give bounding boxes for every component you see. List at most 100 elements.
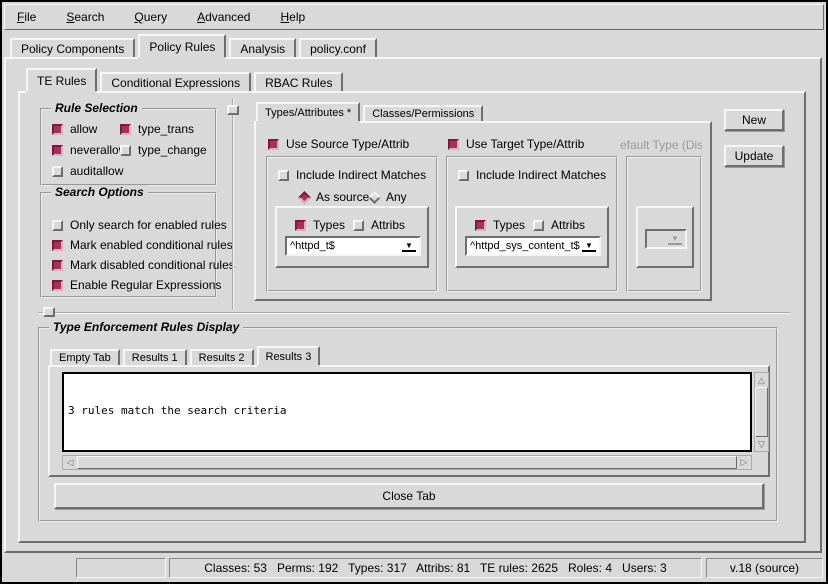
checkbox-source-indirect-label: Include Indirect Matches	[296, 168, 426, 182]
default-type-combobox: ▼	[645, 229, 687, 249]
checkbox-use-source-label: Use Source Type/Attrib	[286, 137, 409, 151]
status-segment-empty	[76, 558, 166, 578]
checkbox-mark-disabled-label: Mark disabled conditional rules	[70, 258, 235, 272]
tab-empty-tab[interactable]: Empty Tab	[50, 349, 120, 365]
checkbox-auditallow-label: auditallow	[70, 164, 123, 178]
rule-selection-title: Rule Selection	[51, 101, 142, 115]
tab-policy-conf[interactable]: policy.conf	[299, 38, 377, 57]
tab-analysis[interactable]: Analysis	[229, 38, 296, 57]
menu-file[interactable]: File	[13, 8, 40, 26]
vertical-scrollbar[interactable]: △ ▽	[754, 372, 769, 452]
checkbox-target-indirect-label: Include Indirect Matches	[476, 168, 606, 182]
radio-target-attribs-indicator	[533, 220, 544, 231]
new-button[interactable]: New	[724, 109, 784, 131]
radio-target-types[interactable]: Types	[475, 218, 525, 232]
target-type-combobox-value: ^httpd_sys_content_t$	[467, 239, 582, 253]
tab-classes-permissions[interactable]: Classes/Permissions	[363, 105, 483, 121]
checkbox-regex-indicator	[52, 280, 63, 291]
tab-policy-components[interactable]: Policy Components	[10, 38, 135, 57]
radio-target-types-label: Types	[493, 218, 525, 232]
target-type-combobox[interactable]: ^httpd_sys_content_t$ ▼	[465, 236, 601, 256]
results-text-area[interactable]: 3 rules match the search criteria (5822)…	[62, 372, 752, 452]
checkbox-auditallow-indicator	[52, 166, 63, 177]
source-types-box: Types Attribs ^httpd_t$ ▼	[275, 206, 429, 268]
checkbox-allow-label: allow	[70, 122, 97, 136]
vertical-sash[interactable]	[232, 99, 234, 309]
default-type-group: ▼	[626, 156, 702, 292]
tab-results-3[interactable]: Results 3	[257, 346, 321, 365]
update-button[interactable]: Update	[724, 145, 784, 167]
tab-results-1[interactable]: Results 1	[123, 349, 187, 365]
checkbox-target-indirect-indicator	[458, 170, 469, 181]
checkbox-type-change-label: type_change	[138, 143, 207, 157]
scroll-up-icon[interactable]: △	[755, 373, 768, 387]
radio-target-attribs[interactable]: Attribs	[533, 218, 585, 232]
results-group: Type Enforcement Rules Display Empty Tab…	[38, 327, 778, 522]
checkbox-neverallow[interactable]: neverallow	[52, 143, 127, 157]
radio-source-attribs-indicator	[353, 220, 364, 231]
checkbox-use-source[interactable]: Use Source Type/Attrib	[268, 137, 409, 151]
checkbox-target-indirect[interactable]: Include Indirect Matches	[458, 168, 606, 182]
dropdown-arrow-icon[interactable]: ▼	[402, 241, 416, 252]
radio-any[interactable]: Any	[370, 190, 407, 204]
menu-help[interactable]: Help	[276, 8, 309, 26]
checkbox-mark-disabled[interactable]: Mark disabled conditional rules	[52, 258, 235, 272]
results-tab-panel: 3 rules match the search criteria (5822)…	[48, 365, 770, 477]
scroll-down-icon[interactable]: ▽	[755, 437, 768, 451]
horizontal-sash-handle[interactable]	[43, 307, 55, 317]
menu-search[interactable]: Search	[62, 8, 108, 26]
rules-tab-bar: TE Rules Conditional Expressions RBAC Ru…	[26, 68, 346, 91]
checkbox-mark-enabled[interactable]: Mark enabled conditional rules	[52, 238, 233, 252]
checkbox-auditallow[interactable]: auditallow	[52, 164, 123, 178]
radio-any-label: Any	[386, 190, 407, 204]
scroll-right-icon[interactable]: ▷	[737, 456, 751, 469]
source-type-combobox[interactable]: ^httpd_t$ ▼	[285, 236, 421, 256]
checkbox-type-trans-label: type_trans	[138, 122, 194, 136]
radio-source-attribs[interactable]: Attribs	[353, 218, 405, 232]
checkbox-use-target-indicator	[448, 139, 459, 150]
horizontal-sash[interactable]	[38, 312, 790, 314]
target-type-group: Include Indirect Matches Types Attribs ^…	[446, 156, 618, 292]
radio-as-source[interactable]: As source	[300, 190, 369, 204]
menu-query[interactable]: Query	[130, 8, 171, 26]
checkbox-source-indirect-indicator	[278, 170, 289, 181]
tab-results-2[interactable]: Results 2	[190, 349, 254, 365]
vertical-scroll-thumb[interactable]	[755, 387, 768, 437]
tab-conditional-expressions[interactable]: Conditional Expressions	[100, 72, 251, 91]
tab-rbac-rules[interactable]: RBAC Rules	[254, 72, 343, 91]
checkbox-neverallow-label: neverallow	[70, 143, 127, 157]
checkbox-allow[interactable]: allow	[52, 122, 97, 136]
scroll-left-icon[interactable]: ◁	[63, 456, 77, 469]
checkbox-use-source-indicator	[268, 139, 279, 150]
tab-policy-rules[interactable]: Policy Rules	[138, 34, 226, 57]
apol-window: File Search Query Advanced Help Policy C…	[0, 0, 828, 584]
search-options-title: Search Options	[51, 185, 148, 199]
checkbox-allow-indicator	[52, 124, 63, 135]
horizontal-scroll-thumb[interactable]	[77, 456, 737, 469]
checkbox-type-change[interactable]: type_change	[120, 143, 207, 157]
rule-selection-group: Rule Selection allow type_trans neverall…	[40, 108, 217, 186]
radio-source-types[interactable]: Types	[295, 218, 345, 232]
radio-target-types-indicator	[475, 220, 486, 231]
close-tab-button[interactable]: Close Tab	[54, 483, 764, 509]
menu-advanced[interactable]: Advanced	[193, 8, 254, 26]
checkbox-source-indirect[interactable]: Include Indirect Matches	[278, 168, 426, 182]
checkbox-regex[interactable]: Enable Regular Expressions	[52, 278, 221, 292]
radio-any-indicator	[368, 191, 381, 204]
results-tab-bar: Empty Tab Results 1 Results 2 Results 3	[50, 343, 323, 365]
default-type-label: efault Type (Disa	[620, 138, 702, 152]
vertical-sash-handle[interactable]	[227, 105, 239, 115]
radio-source-types-indicator	[295, 220, 306, 231]
checkbox-type-change-indicator	[120, 145, 131, 156]
checkbox-only-enabled[interactable]: Only search for enabled rules	[52, 218, 227, 232]
checkbox-type-trans[interactable]: type_trans	[120, 122, 194, 136]
radio-as-source-label: As source	[316, 190, 369, 204]
tab-te-rules[interactable]: TE Rules	[26, 68, 97, 91]
results-group-title: Type Enforcement Rules Display	[49, 320, 243, 334]
target-types-box: Types Attribs ^httpd_sys_content_t$ ▼	[455, 206, 609, 268]
horizontal-scrollbar[interactable]: ◁ ▷	[62, 455, 752, 470]
dropdown-arrow-icon[interactable]: ▼	[582, 241, 596, 252]
tab-types-attributes[interactable]: Types/Attributes *	[256, 102, 360, 121]
checkbox-use-target[interactable]: Use Target Type/Attrib	[448, 137, 584, 151]
radio-source-attribs-label: Attribs	[371, 218, 405, 232]
